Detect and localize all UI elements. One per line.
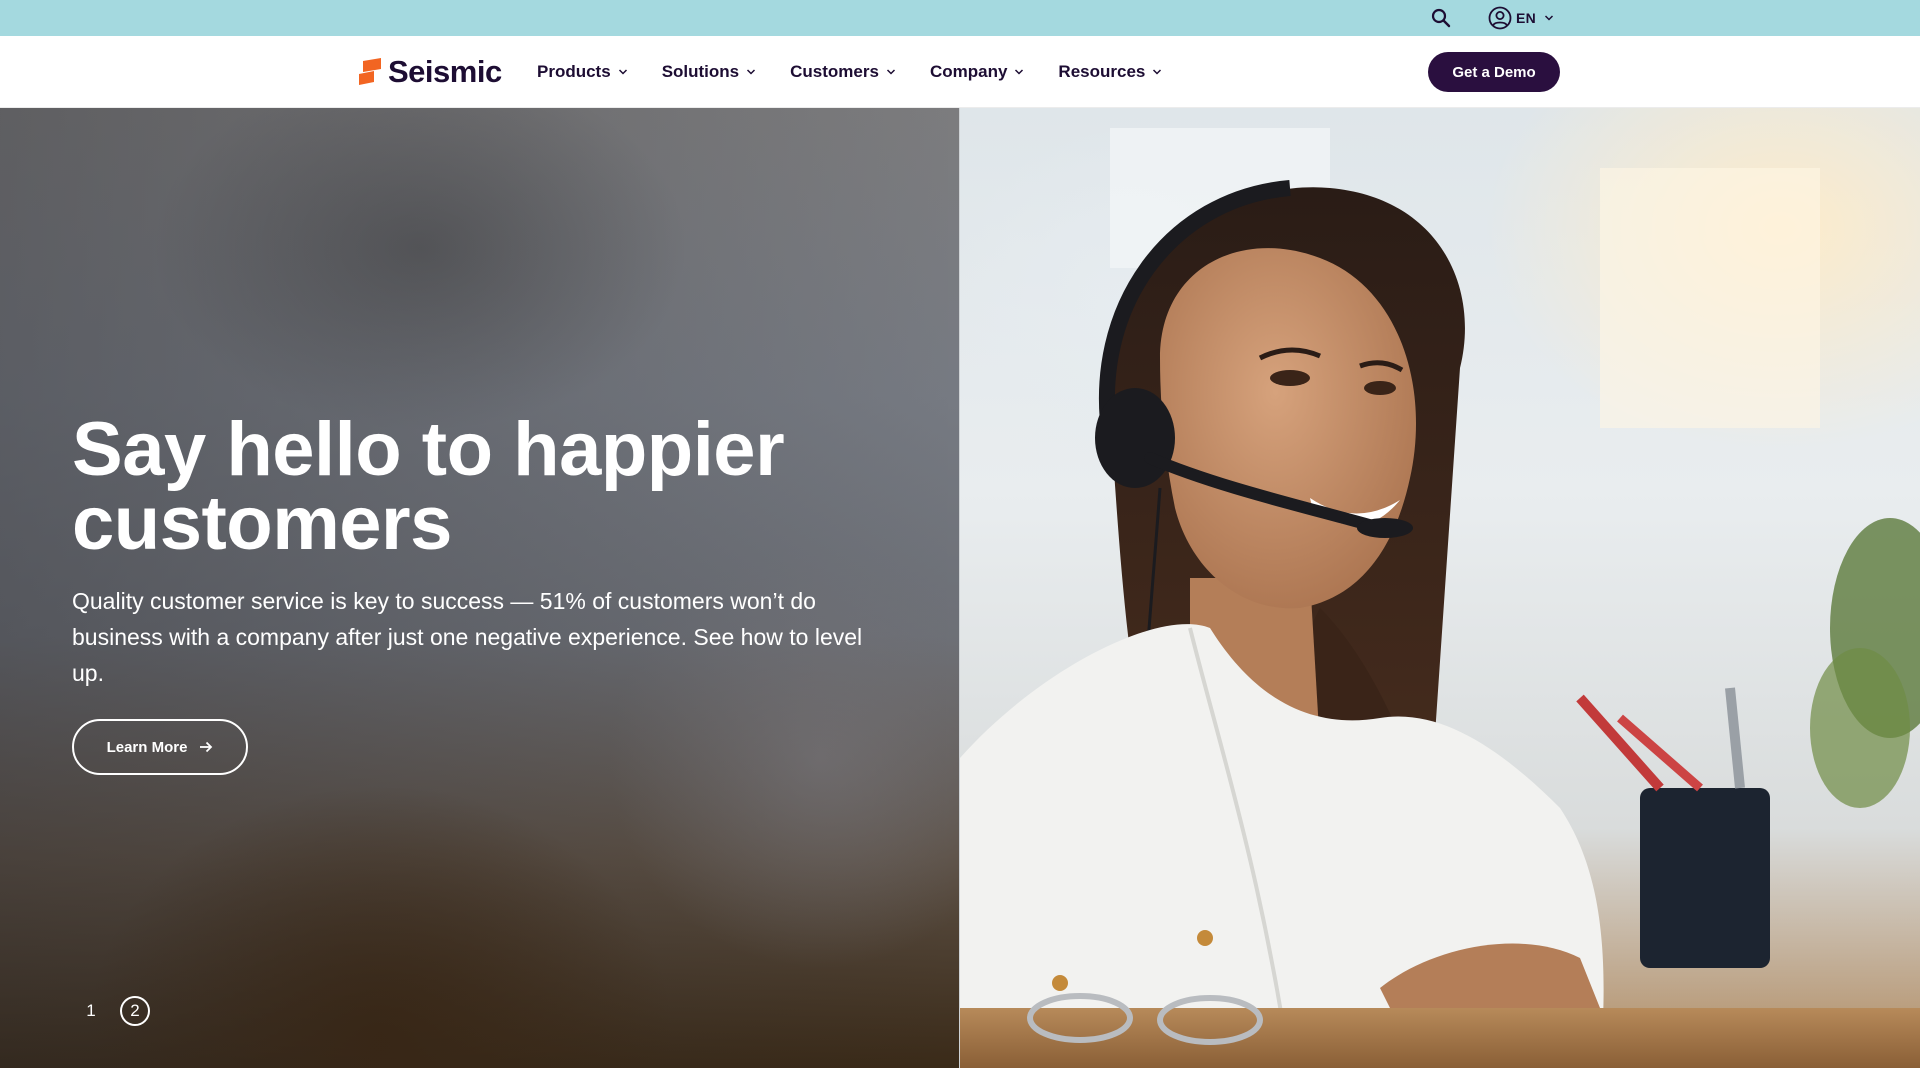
arrow-right-icon <box>200 741 213 753</box>
learn-more-button[interactable]: Learn More <box>72 719 248 775</box>
language-selector[interactable]: EN <box>1488 5 1554 31</box>
search-button[interactable] <box>1428 6 1454 30</box>
learn-more-label: Learn More <box>106 738 188 756</box>
agent-photo-illustration <box>960 128 1920 1068</box>
hero-content: Say hello to happier customers Quality c… <box>72 412 892 775</box>
pager-slide-1[interactable]: 1 <box>76 996 106 1026</box>
chevron-down-icon <box>1015 69 1024 75</box>
nav-item-label: Products <box>537 62 611 81</box>
carousel-pager: 1 2 <box>76 996 150 1026</box>
chevron-down-icon <box>747 69 756 75</box>
language-label: EN <box>1516 10 1537 26</box>
nav-item-label: Company <box>929 62 1008 81</box>
nav-item-resources[interactable]: Resources <box>1058 62 1162 82</box>
search-icon <box>1431 8 1451 28</box>
hero-description: Quality customer service is key to succe… <box>72 588 863 686</box>
pager-slide-2[interactable]: 2 <box>120 996 150 1026</box>
seismic-logo-mark-icon <box>359 58 381 85</box>
nav-item-customers[interactable]: Customers <box>790 62 896 82</box>
chevron-down-icon <box>886 69 895 75</box>
nav-menu: Products Solutions Customers Company Res… <box>537 36 1196 108</box>
nav-item-solutions[interactable]: Solutions <box>662 62 756 82</box>
chevron-down-icon <box>1545 15 1554 21</box>
utility-bar: EN <box>0 0 1920 36</box>
nav-item-label: Customers <box>790 62 879 81</box>
main-navigation: Seismic Products Solutions Customers Com… <box>0 36 1920 108</box>
hero-carousel: Say hello to happier customers Quality c… <box>0 108 1920 1068</box>
seismic-logo[interactable]: Seismic <box>358 52 502 92</box>
nav-item-label: Solutions <box>661 62 740 81</box>
hero-title-line-1: Say hello to happier <box>72 407 785 492</box>
user-account-icon <box>1488 6 1512 30</box>
chevron-down-icon <box>1153 69 1162 75</box>
nav-item-company[interactable]: Company <box>930 62 1024 82</box>
hero-title-line-2: customers <box>72 481 452 566</box>
hero-title: Say hello to happier customers <box>72 412 892 562</box>
nav-item-products[interactable]: Products <box>537 62 628 82</box>
chevron-down-icon <box>618 69 627 75</box>
logo-wordmark: Seismic <box>388 54 502 89</box>
nav-item-label: Resources <box>1058 62 1146 81</box>
hero-photo-customer-service-agent <box>960 108 1920 1068</box>
get-a-demo-button[interactable]: Get a Demo <box>1428 52 1560 92</box>
